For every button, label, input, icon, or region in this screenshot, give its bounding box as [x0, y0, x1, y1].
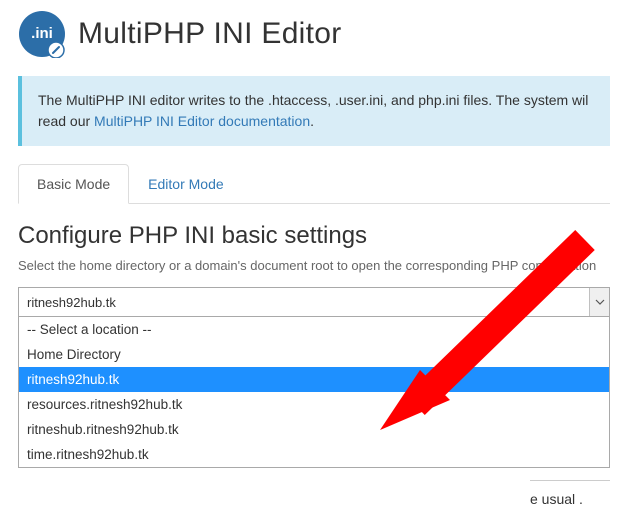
- dropdown-item-sub2[interactable]: ritneshub.ritnesh92hub.tk: [19, 417, 609, 442]
- info-doc-link[interactable]: MultiPHP INI Editor documentation: [94, 113, 310, 129]
- page-title: MultiPHP INI Editor: [78, 17, 342, 51]
- info-callout: The MultiPHP INI editor writes to the .h…: [18, 76, 610, 146]
- location-select-wrap: ritnesh92hub.tk -- Select a location -- …: [18, 287, 610, 317]
- location-select-value: ritnesh92hub.tk: [27, 295, 116, 310]
- tab-editor-mode[interactable]: Editor Mode: [129, 164, 242, 204]
- tab-basic-mode[interactable]: Basic Mode: [18, 164, 129, 204]
- mode-tabs: Basic Mode Editor Mode: [18, 164, 610, 204]
- dropdown-item-sub3[interactable]: time.ritnesh92hub.tk: [19, 442, 609, 467]
- section-title: Configure PHP INI basic settings: [18, 222, 610, 250]
- chevron-down-icon: [589, 288, 609, 316]
- location-select[interactable]: ritnesh92hub.tk: [18, 287, 610, 317]
- page-header: .ini MultiPHP INI Editor: [0, 0, 628, 70]
- dropdown-item-sub1[interactable]: resources.ritnesh92hub.tk: [19, 392, 609, 417]
- dropdown-item-placeholder[interactable]: -- Select a location --: [19, 317, 609, 342]
- info-text-pre: The MultiPHP INI editor writes to the .h…: [38, 92, 588, 108]
- info-text-post: read our: [38, 113, 94, 129]
- location-dropdown: -- Select a location -- Home Directory r…: [18, 317, 610, 468]
- table-row-fragment: e usual .: [530, 480, 610, 507]
- dropdown-item-domain[interactable]: ritnesh92hub.tk: [19, 367, 609, 392]
- dropdown-item-home[interactable]: Home Directory: [19, 342, 609, 367]
- config-section: Configure PHP INI basic settings Select …: [0, 204, 628, 273]
- svg-text:.ini: .ini: [31, 25, 53, 42]
- ini-file-icon: .ini: [18, 10, 66, 58]
- section-description: Select the home directory or a domain's …: [18, 258, 610, 273]
- info-period: .: [310, 113, 314, 129]
